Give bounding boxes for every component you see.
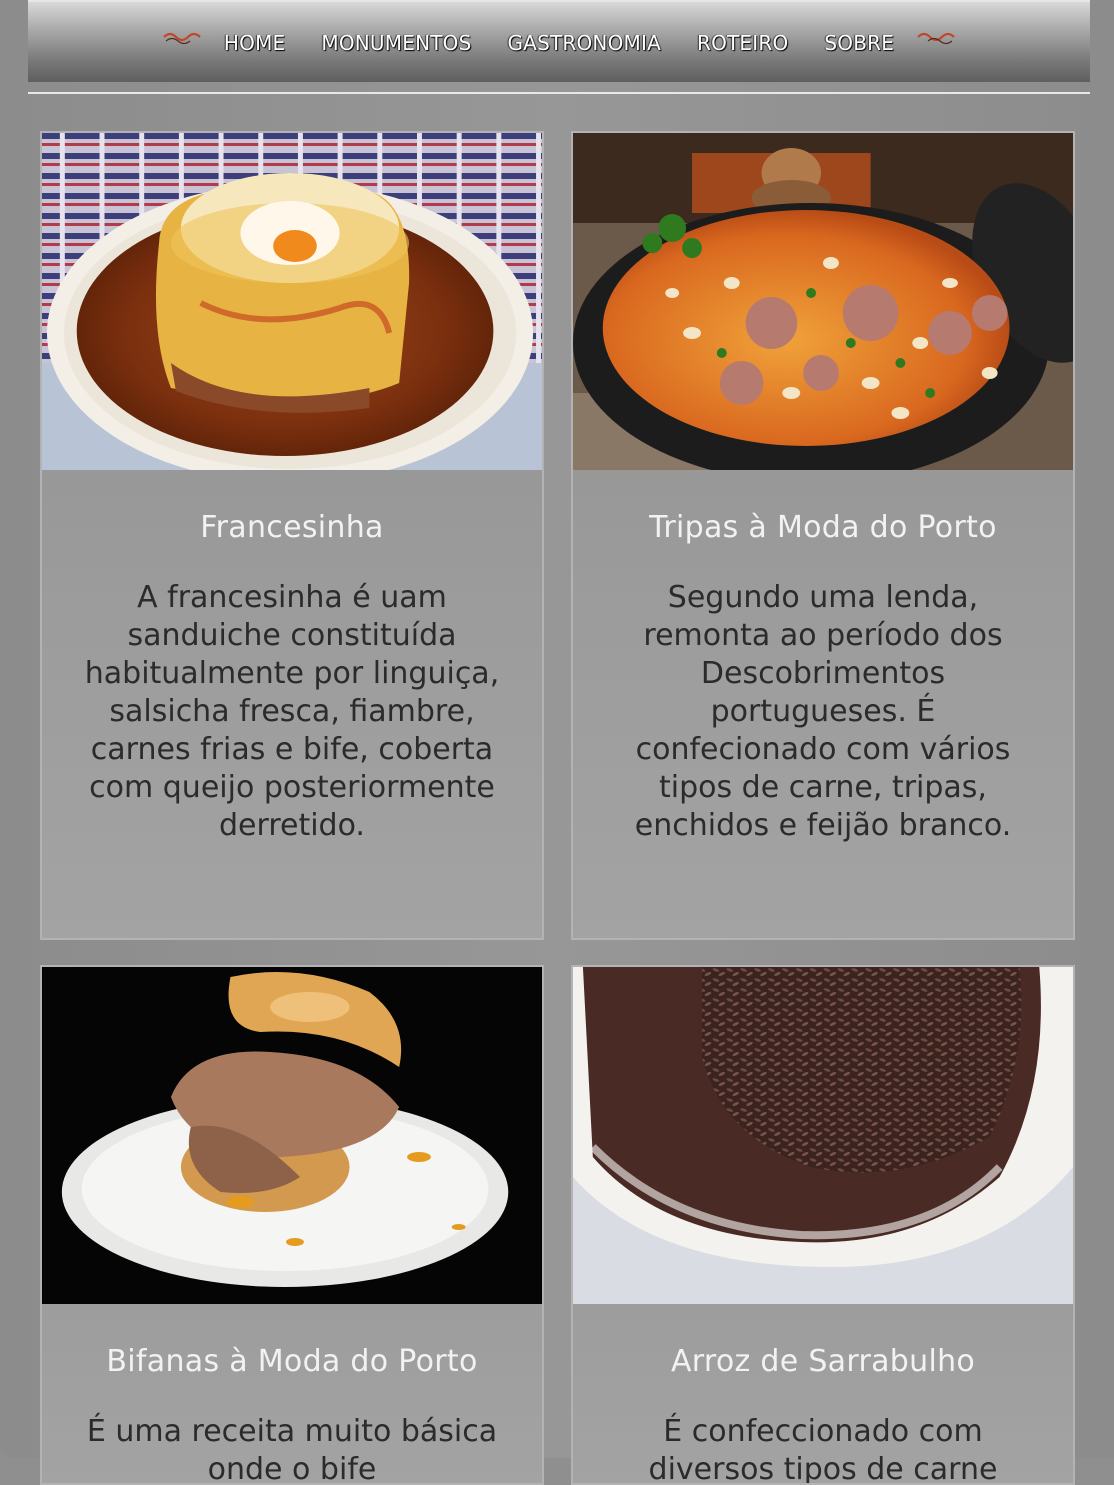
dish-card-tripas: Tripas à Moda do Porto Segundo uma lenda… [571,131,1075,940]
dish-description: Segundo uma lenda, remonta ao período do… [634,580,1012,843]
nav-gastronomia[interactable]: GASTRONOMIA [489,31,678,55]
right-ornament-icon [917,32,955,45]
sarrabulho-photo [573,967,1073,1304]
dish-title: Francesinha [200,510,384,545]
dish-title: Bifanas à Moda do Porto [106,1344,478,1379]
nav-divider [28,92,1090,94]
dish-card-sarrabulho: Arroz de Sarrabulho É confeccionado com … [571,965,1075,1485]
francesinha-photo [42,133,542,470]
dish-title: Tripas à Moda do Porto [649,510,997,545]
main-navbar: HOME MONUMENTOS GASTRONOMIA ROTEIRO SOBR… [28,0,1090,82]
nav-home[interactable]: HOME [206,31,303,55]
nav-list: HOME MONUMENTOS GASTRONOMIA ROTEIRO SOBR… [160,31,958,55]
dish-description: É confeccionado com diversos tipos de ca… [648,1414,998,1485]
dish-card-francesinha: Francesinha A francesinha é uam sanduich… [40,131,544,940]
dish-description: É uma receita muito básica onde o bife [86,1414,498,1485]
dish-description: A francesinha é uam sanduiche constituíd… [84,580,500,843]
left-ornament-icon [163,32,201,45]
bifanas-photo [42,967,542,1304]
dish-title: Arroz de Sarrabulho [670,1344,976,1379]
dish-card-bifanas: Bifanas à Moda do Porto É uma receita mu… [40,965,544,1485]
nav-sobre[interactable]: SOBRE [806,31,912,55]
nav-monumentos[interactable]: MONUMENTOS [303,31,489,55]
nav-roteiro[interactable]: ROTEIRO [679,31,806,55]
tripas-photo [573,133,1073,470]
